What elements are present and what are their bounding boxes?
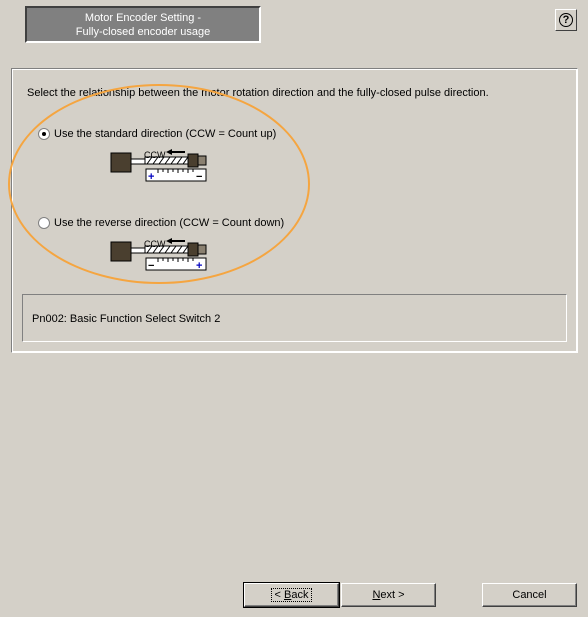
next-label: Next > bbox=[372, 589, 405, 601]
ccw-label: CCW bbox=[144, 239, 166, 249]
instruction-text: Select the relationship between the moto… bbox=[27, 87, 489, 99]
title-line-1: Motor Encoder Setting - bbox=[84, 12, 202, 24]
arrow-left-icon bbox=[166, 238, 185, 244]
next-button[interactable]: Next > bbox=[341, 583, 436, 607]
radio-standard-direction[interactable]: Use the standard direction (CCW = Count … bbox=[38, 128, 276, 140]
standard-direction-diagram: CCW + − bbox=[110, 149, 207, 183]
title-line-2: Fully-closed encoder usage bbox=[75, 26, 211, 38]
cancel-button[interactable]: Cancel bbox=[482, 583, 577, 607]
back-label: < Back bbox=[270, 588, 313, 602]
minus-sign: − bbox=[148, 260, 154, 272]
cancel-label: Cancel bbox=[512, 589, 547, 601]
wizard-title: Motor Encoder Setting - Fully-closed enc… bbox=[25, 6, 261, 43]
arrow-left-icon bbox=[166, 149, 185, 155]
motor-icon bbox=[110, 152, 132, 173]
back-button[interactable]: < Back bbox=[243, 582, 340, 608]
plus-sign: + bbox=[148, 171, 154, 183]
option-reverse-label: Use the reverse direction (CCW = Count d… bbox=[54, 217, 285, 229]
help-button[interactable]: ? bbox=[555, 9, 577, 31]
ccw-label: CCW bbox=[144, 150, 166, 160]
radio-button-unselected[interactable] bbox=[38, 217, 50, 229]
help-icon: ? bbox=[559, 13, 573, 27]
radio-button-selected[interactable] bbox=[38, 128, 50, 140]
plus-sign: + bbox=[196, 260, 202, 272]
option-standard-label: Use the standard direction (CCW = Count … bbox=[54, 128, 277, 140]
radio-reverse-direction[interactable]: Use the reverse direction (CCW = Count d… bbox=[38, 217, 284, 229]
parameter-text: Pn002: Basic Function Select Switch 2 bbox=[32, 313, 221, 325]
reverse-direction-diagram: CCW − + bbox=[110, 238, 207, 272]
motor-icon bbox=[110, 241, 132, 262]
help-glyph: ? bbox=[562, 14, 570, 26]
minus-sign: − bbox=[196, 171, 202, 183]
